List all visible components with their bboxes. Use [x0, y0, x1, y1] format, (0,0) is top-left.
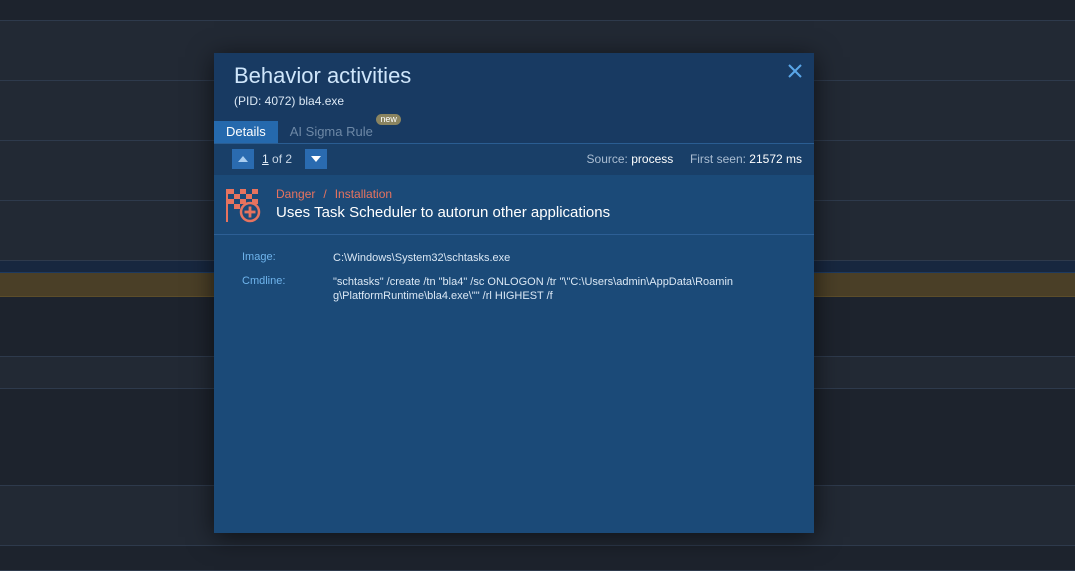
tab-details[interactable]: Details — [214, 121, 278, 143]
bg-row — [0, 0, 1075, 21]
pager-bar: 1 of 2 Source: process First seen: 21572… — [214, 143, 814, 175]
source-label: Source: — [586, 152, 628, 166]
detail-label: Cmdline: — [242, 275, 286, 287]
close-button[interactable] — [786, 62, 804, 80]
first-seen-value: 21572 ms — [749, 152, 802, 166]
bg-row — [0, 546, 1075, 571]
alert-level: Danger — [276, 187, 316, 201]
detail-row-cmdline: Cmdline: "schtasks" /create /tn "bla4" /… — [242, 275, 802, 303]
modal-subtitle: (PID: 4072) bla4.exe — [234, 94, 345, 108]
tab-bar: Details AI Sigma Rule new — [214, 114, 401, 143]
next-button[interactable] — [305, 149, 327, 169]
alert-description: Uses Task Scheduler to autorun other app… — [276, 204, 611, 221]
previous-button[interactable] — [232, 149, 254, 169]
category-separator: / — [323, 187, 327, 201]
alert-category: Danger / Installation — [276, 187, 392, 201]
detail-value: C:\Windows\System32\schtasks.exe — [333, 252, 511, 264]
new-badge: new — [376, 114, 401, 125]
chevron-up-icon — [238, 156, 248, 162]
pager-position: 1 of 2 — [262, 152, 292, 166]
behavior-alert: Danger / Installation Uses Task Scheduler … — [214, 175, 814, 235]
chevron-down-icon — [311, 156, 321, 162]
detail-label: Image: — [242, 251, 276, 263]
checkered-flag-plus-icon — [224, 186, 262, 224]
details-list: Image: C:\Windows\System32\schtasks.exe … — [242, 251, 802, 313]
alert-category-name: Installation — [334, 187, 393, 201]
modal-header: Behavior activities (PID: 4072) bla4.exe… — [214, 53, 814, 143]
event-meta: Source: process First seen: 21572 ms — [587, 152, 802, 166]
tab-label: AI Sigma Rule — [289, 124, 373, 139]
detail-row-image: Image: C:\Windows\System32\schtasks.exe — [242, 251, 802, 265]
tab-ai-sigma-rule[interactable]: AI Sigma Rule new — [278, 114, 401, 143]
total-pages: of 2 — [272, 152, 293, 166]
current-page: 1 — [262, 152, 269, 166]
detail-value: "schtasks" /create /tn "bla4" /sc ONLOGO… — [333, 276, 734, 302]
source-value: process — [631, 152, 674, 166]
close-icon — [788, 64, 802, 78]
first-seen-label: First seen: — [689, 152, 746, 166]
modal-title: Behavior activities — [234, 63, 412, 88]
behavior-activities-modal: Behavior activities (PID: 4072) bla4.exe… — [214, 53, 814, 533]
